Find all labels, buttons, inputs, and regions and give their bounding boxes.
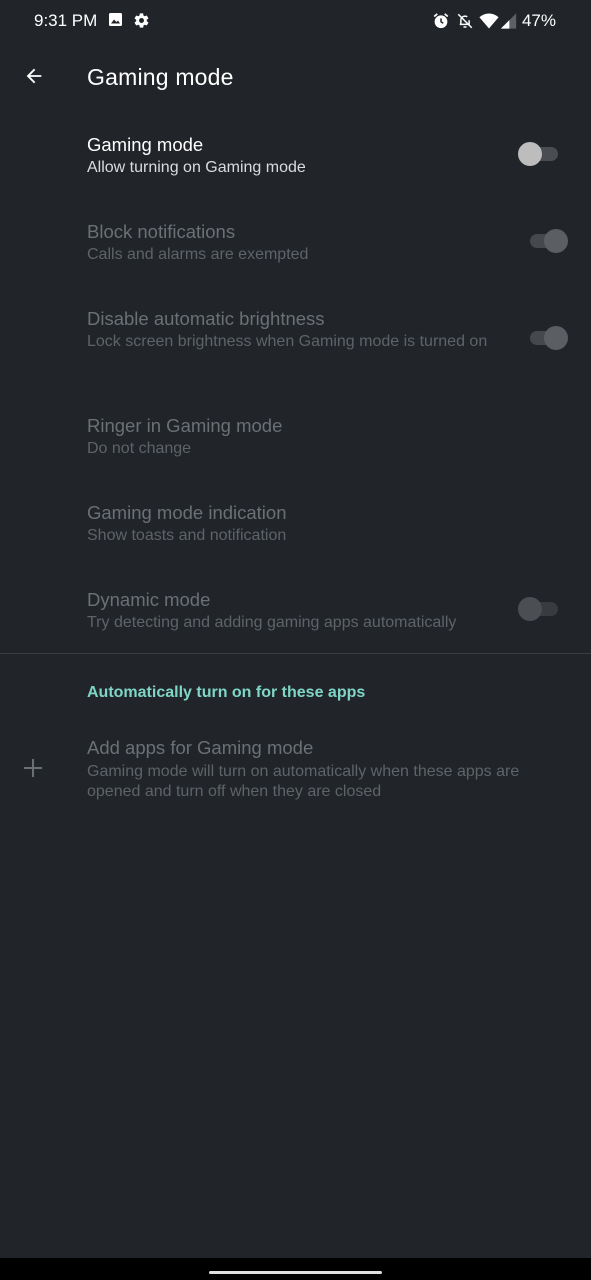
app-bar: Gaming mode <box>0 48 591 110</box>
pref-summary: Show toasts and notification <box>87 527 287 544</box>
divider <box>0 653 591 654</box>
pref-title: Block notifications <box>87 221 236 242</box>
wifi-icon <box>479 12 499 30</box>
pref-summary: Calls and alarms are exempted <box>87 246 309 263</box>
pref-summary: Gaming mode will turn on automatically w… <box>87 763 520 800</box>
pref-dynamic-mode: Dynamic mode Try detecting and adding ga… <box>0 575 591 653</box>
disable-auto-brightness-switch <box>524 324 568 352</box>
block-notifications-switch <box>524 227 568 255</box>
pref-block-notifications: Block notifications Calls and alarms are… <box>0 206 591 290</box>
gaming-mode-switch[interactable] <box>518 140 562 168</box>
plus-icon <box>22 757 44 779</box>
signal-icon <box>500 12 517 30</box>
page-title: Gaming mode <box>87 64 234 90</box>
pref-ringer: Ringer in Gaming mode Do not change <box>0 401 591 485</box>
image-icon <box>108 12 125 29</box>
arrow-back-icon <box>23 65 45 92</box>
pref-title: Gaming mode <box>87 134 204 155</box>
status-time: 9:31 PM <box>34 11 98 30</box>
navigation-bar <box>0 1258 591 1280</box>
pref-title: Dynamic mode <box>87 589 211 610</box>
pref-summary: Lock screen brightness when Gaming mode … <box>87 333 488 350</box>
add-apps-item: Add apps for Gaming mode Gaming mode wil… <box>0 724 591 814</box>
section-header: Automatically turn on for these apps <box>87 684 366 701</box>
pref-indication: Gaming mode indication Show toasts and n… <box>0 488 591 572</box>
alarm-icon <box>432 12 450 30</box>
settings-gear-icon <box>133 12 150 29</box>
pref-title: Ringer in Gaming mode <box>87 415 283 436</box>
pref-disable-auto-brightness: Disable automatic brightness Lock screen… <box>0 293 591 393</box>
dynamic-mode-switch <box>518 595 562 623</box>
pref-summary: Do not change <box>87 440 192 457</box>
pref-title: Add apps for Gaming mode <box>87 737 314 758</box>
battery-percentage: 47% <box>521 11 556 30</box>
pref-gaming-mode[interactable]: Gaming mode Allow turning on Gaming mode <box>0 120 591 204</box>
pref-title: Disable automatic brightness <box>87 308 325 329</box>
notifications-off-icon <box>456 12 474 30</box>
pref-summary: Allow turning on Gaming mode <box>87 159 306 176</box>
gesture-handle[interactable] <box>209 1271 382 1274</box>
back-button[interactable] <box>16 60 52 96</box>
screen: 9:31 PM 47% Gaming mode Gaming mode Allo… <box>0 0 591 1280</box>
pref-summary: Try detecting and adding gaming apps aut… <box>87 614 457 631</box>
pref-title: Gaming mode indication <box>87 502 287 523</box>
status-bar: 9:31 PM 47% <box>0 0 591 44</box>
